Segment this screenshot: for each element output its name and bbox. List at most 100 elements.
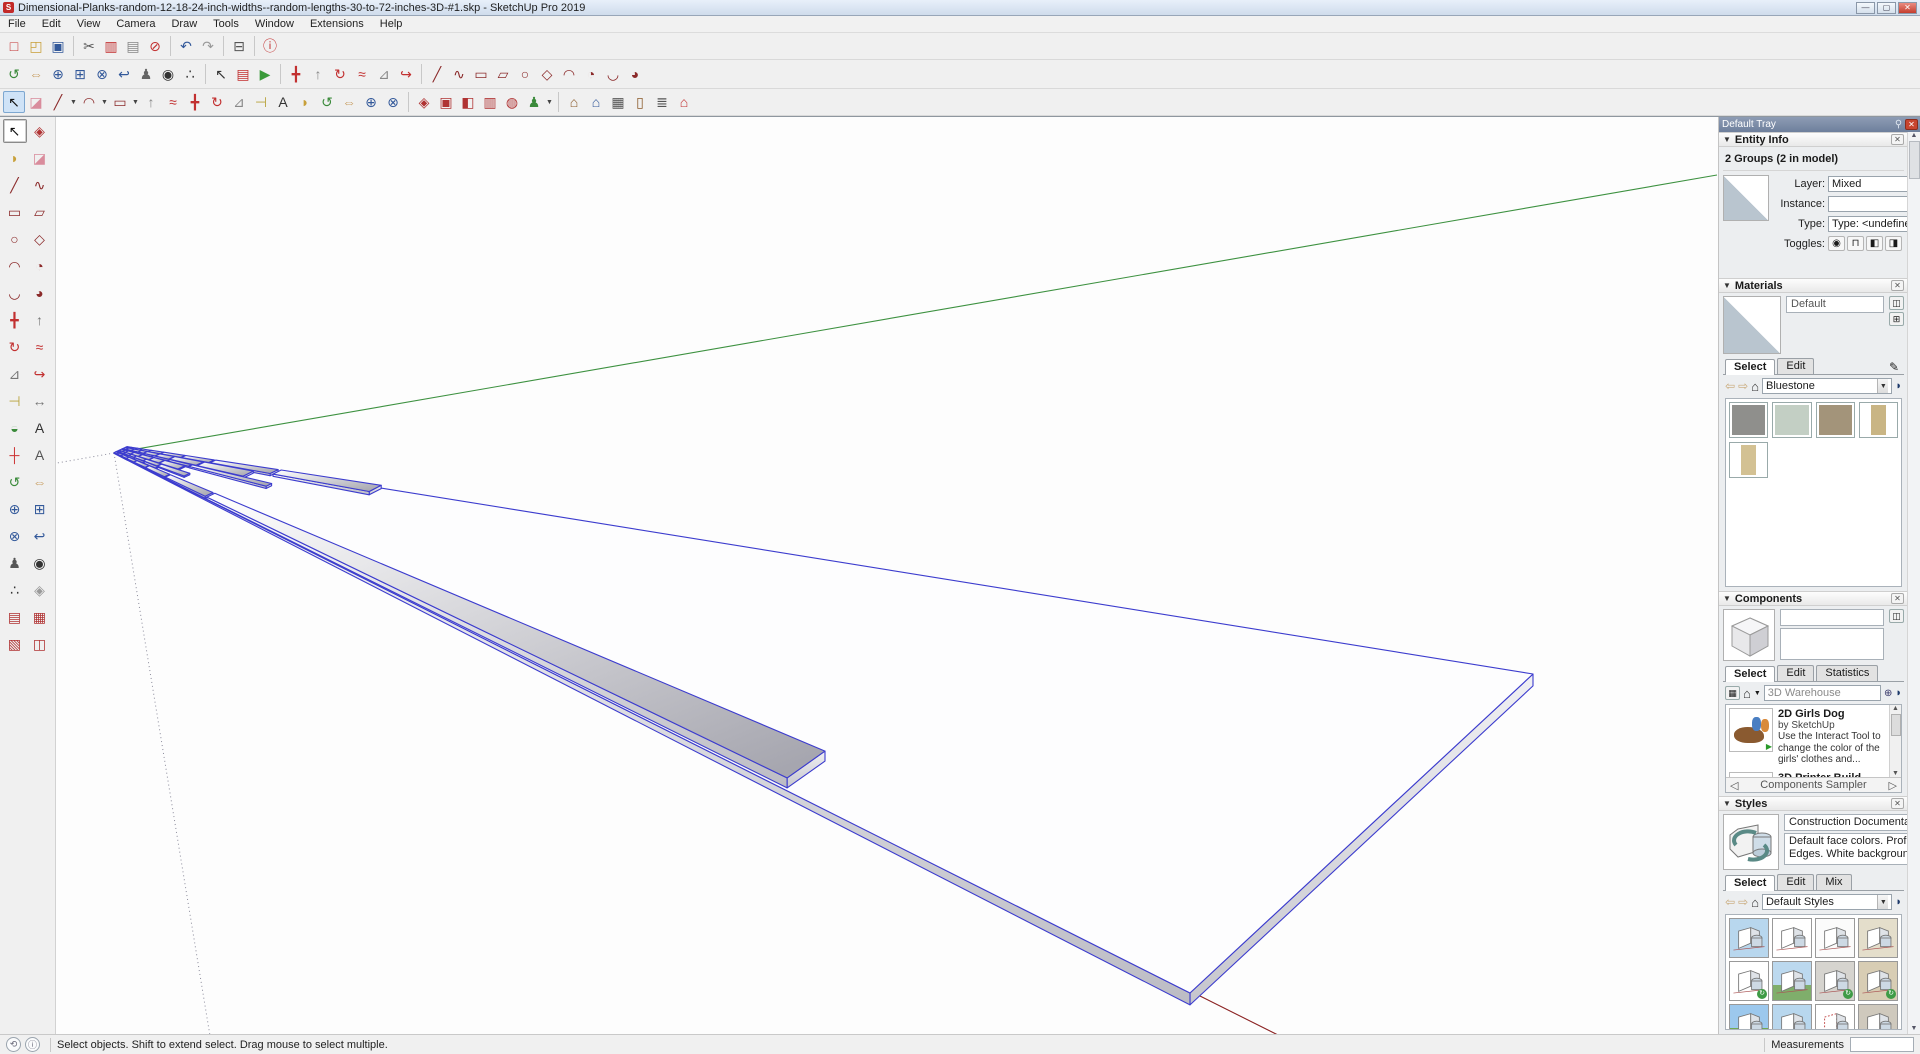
arc-icon[interactable]: ◠ xyxy=(3,254,27,278)
follow-me-tool-icon[interactable]: ≈ xyxy=(162,91,184,113)
details-icon[interactable]: ◗ xyxy=(1895,896,1902,908)
style-tile[interactable] xyxy=(1772,918,1812,958)
material-swatch[interactable] xyxy=(1729,402,1768,438)
section-outline-icon[interactable]: ◫ xyxy=(28,632,52,656)
page-left-icon[interactable]: ◁ xyxy=(1730,779,1738,792)
material-swatch[interactable] xyxy=(1772,402,1811,438)
secondary-pane-button[interactable]: ◫ xyxy=(1889,296,1904,310)
make-component-icon[interactable]: ◈ xyxy=(413,91,435,113)
look-around-icon[interactable]: ◉ xyxy=(28,551,52,575)
two-point-arc-icon[interactable]: ◡ xyxy=(602,63,624,85)
menu-extensions[interactable]: Extensions xyxy=(302,17,372,31)
axes-icon[interactable]: ┼ xyxy=(3,443,27,467)
pin-icon[interactable]: ⚲ xyxy=(1892,119,1905,130)
protractor-icon[interactable]: ◒ xyxy=(3,416,27,440)
home-icon[interactable]: ⌂ xyxy=(1751,379,1759,394)
cut-icon[interactable]: ✂ xyxy=(78,35,100,57)
open-file-icon[interactable]: ◰ xyxy=(25,35,47,57)
select-tool-icon[interactable]: ↖ xyxy=(3,91,25,113)
materials-collection-dropdown[interactable]: Bluestone ▼ xyxy=(1762,378,1892,394)
details-icon[interactable]: ◗ xyxy=(1895,687,1902,699)
scrollbar-thumb[interactable] xyxy=(1891,714,1901,736)
style-tile[interactable] xyxy=(1772,1004,1812,1030)
pie-icon[interactable]: ◔ xyxy=(580,63,602,85)
model-canvas[interactable] xyxy=(56,117,1718,1034)
three-point-arc-icon[interactable]: ◕ xyxy=(28,281,52,305)
export-icon[interactable]: ▶ xyxy=(254,63,276,85)
style-tile[interactable] xyxy=(1729,1004,1769,1030)
tab-select[interactable]: Select xyxy=(1725,666,1775,682)
share-model-icon[interactable]: ⌂ xyxy=(585,91,607,113)
close-button[interactable]: ✕ xyxy=(1898,2,1917,14)
forward-arrow-icon[interactable]: ⇨ xyxy=(1738,895,1748,909)
paste-icon[interactable]: ▤ xyxy=(122,35,144,57)
geo-location-icon[interactable]: ◍ xyxy=(501,91,523,113)
redo-icon[interactable]: ↷ xyxy=(197,35,219,57)
scale-tool-icon[interactable]: ⊿ xyxy=(228,91,250,113)
3d-text-icon[interactable]: A xyxy=(28,443,52,467)
shadows-icon[interactable]: ◧ xyxy=(457,91,479,113)
back-arrow-icon[interactable]: ⇦ xyxy=(1725,895,1735,909)
zoom-extents-icon[interactable]: ⊗ xyxy=(3,524,27,548)
tab-select[interactable]: Select xyxy=(1725,359,1775,375)
line-tool-icon[interactable]: ╱ xyxy=(47,91,69,113)
follow-me-icon[interactable]: ≈ xyxy=(351,63,373,85)
circle-icon[interactable]: ○ xyxy=(514,63,536,85)
circle-icon[interactable]: ○ xyxy=(3,227,27,251)
tray-scrollbar[interactable]: ▲ ▼ xyxy=(1907,132,1920,1034)
home-icon[interactable]: ⌂ xyxy=(1743,686,1751,701)
text-tool-icon[interactable]: A xyxy=(272,91,294,113)
rectangle-icon[interactable]: ▭ xyxy=(3,200,27,224)
zoom-icon[interactable]: ⊕ xyxy=(47,63,69,85)
tab-select[interactable]: Select xyxy=(1725,875,1775,891)
tab-edit[interactable]: Edit xyxy=(1777,358,1814,374)
style-tile[interactable] xyxy=(1815,1004,1855,1030)
copy-icon[interactable]: ▥ xyxy=(100,35,122,57)
style-tile[interactable] xyxy=(1729,918,1769,958)
tab-mix[interactable]: Mix xyxy=(1816,874,1851,890)
back-arrow-icon[interactable]: ⇦ xyxy=(1725,379,1735,393)
component-description-field[interactable] xyxy=(1780,628,1884,660)
credits-info-icon[interactable]: ⓘ xyxy=(25,1037,40,1052)
menu-draw[interactable]: Draw xyxy=(163,17,205,31)
visibility-eye-icon[interactable]: ◉ xyxy=(1828,236,1845,251)
rotated-rectangle-icon[interactable]: ▱ xyxy=(492,63,514,85)
entity-doc-icon[interactable]: ▤ xyxy=(232,63,254,85)
styles-collection-dropdown[interactable]: Default Styles ▼ xyxy=(1762,894,1892,910)
walk-icon[interactable]: ∴ xyxy=(3,578,27,602)
styles-header[interactable]: ▼ Styles ✕ xyxy=(1719,796,1908,811)
material-name-field[interactable]: Default xyxy=(1786,296,1884,313)
line-icon[interactable]: ╱ xyxy=(3,173,27,197)
move-tool-icon[interactable]: ╋ xyxy=(184,91,206,113)
arc-icon[interactable]: ◠ xyxy=(558,63,580,85)
minimize-button[interactable]: — xyxy=(1856,2,1875,14)
door-icon[interactable]: ▯ xyxy=(629,91,651,113)
push-pull-icon[interactable]: ↑ xyxy=(28,308,52,332)
style-tile[interactable]: ↻ xyxy=(1729,961,1769,1001)
zoom-previous-icon[interactable]: ↩ xyxy=(113,63,135,85)
styles-box-icon[interactable]: ▣ xyxy=(435,91,457,113)
freehand-icon[interactable]: ∿ xyxy=(448,63,470,85)
orbit-icon[interactable]: ↺ xyxy=(3,470,27,494)
warehouse-search-input[interactable]: 3D Warehouse xyxy=(1764,685,1881,701)
select-icon[interactable]: ↖ xyxy=(3,119,27,143)
page-right-icon[interactable]: ▷ xyxy=(1889,779,1897,792)
scroll-up-icon[interactable]: ▲ xyxy=(1911,132,1918,139)
tape-measure-icon[interactable]: ⊣ xyxy=(250,91,272,113)
style-tile[interactable]: ↻ xyxy=(1815,961,1855,1001)
scroll-up-icon[interactable]: ▲ xyxy=(1892,705,1899,712)
style-tile[interactable] xyxy=(1815,918,1855,958)
zoom-extents-icon[interactable]: ⊗ xyxy=(91,63,113,85)
eraser-icon[interactable]: ◪ xyxy=(28,146,52,170)
rotate-icon[interactable]: ↻ xyxy=(3,335,27,359)
scrollbar-thumb[interactable] xyxy=(1909,141,1920,179)
paint-bucket-icon[interactable]: ◗ xyxy=(294,91,316,113)
erase-icon[interactable]: ⊘ xyxy=(144,35,166,57)
entity-info-header[interactable]: ▼ Entity Info ✕ xyxy=(1719,132,1908,147)
pan-tool-icon[interactable]: ⇔ xyxy=(338,91,360,113)
dropdown-arrow-icon[interactable]: ▼ xyxy=(69,99,78,106)
forward-arrow-icon[interactable]: ⇨ xyxy=(1738,379,1748,393)
zoom-window-icon[interactable]: ⊞ xyxy=(28,497,52,521)
scroll-down-icon[interactable]: ▼ xyxy=(1911,1025,1918,1032)
select-cursor-icon[interactable]: ↖ xyxy=(210,63,232,85)
